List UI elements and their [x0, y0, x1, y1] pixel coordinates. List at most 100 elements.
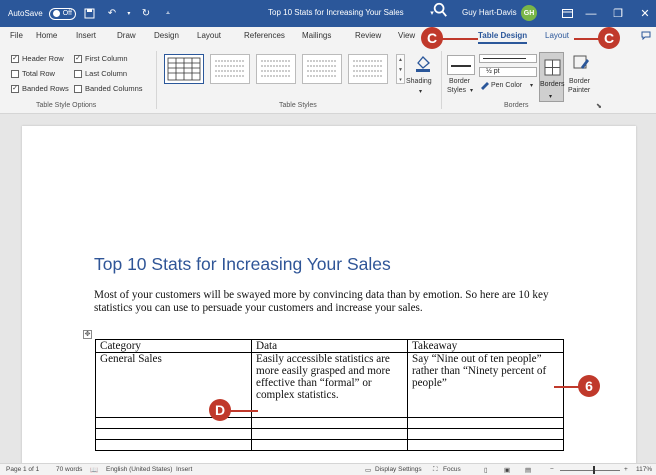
tab-design[interactable]: Design [154, 31, 179, 40]
table-header-cell[interactable]: Takeaway [407, 339, 564, 353]
table-cell[interactable]: Say “Nine out of ten people” rather than… [407, 352, 564, 418]
total-row-checkbox[interactable]: Total Row [11, 69, 55, 78]
focus-mode[interactable]: Focus [443, 466, 461, 473]
tab-table-design[interactable]: Table Design [478, 31, 528, 44]
table-cell[interactable] [407, 439, 564, 451]
document-page[interactable]: Top 10 Stats for Increasing Your Sales M… [22, 126, 636, 466]
autosave-label: AutoSave [8, 9, 43, 18]
tab-home[interactable]: Home [36, 31, 57, 40]
search-icon[interactable] [432, 2, 448, 18]
document-paragraph[interactable]: Most of your customers will be swayed mo… [94, 289, 554, 315]
zoom-out-button[interactable]: − [550, 466, 554, 473]
insert-mode[interactable]: Insert [176, 466, 192, 473]
read-mode-icon[interactable]: ▯ [484, 466, 488, 474]
autosave-toggle[interactable]: Off [48, 7, 76, 20]
zoom-slider-thumb[interactable] [593, 466, 595, 474]
display-settings[interactable]: Display Settings [375, 466, 422, 473]
pen-color-label[interactable]: Pen Color [491, 82, 522, 89]
callout-c-table-design: C [421, 27, 443, 49]
table-style-plain-4[interactable] [348, 54, 388, 84]
checkbox-box: ✓ [74, 54, 82, 63]
table-cell[interactable] [95, 417, 252, 429]
proofing-icon[interactable]: 📖 [90, 466, 98, 474]
border-painter-icon[interactable] [572, 54, 590, 76]
border-styles-preview[interactable] [447, 55, 475, 75]
user-name[interactable]: Guy Hart-Davis [462, 8, 517, 17]
header-row-checkbox[interactable]: ✓ Header Row [11, 54, 64, 63]
document-heading[interactable]: Top 10 Stats for Increasing Your Sales [94, 254, 391, 275]
table-row [95, 428, 564, 440]
ribbon-tabs: File Home Insert Draw Design Layout Refe… [0, 27, 656, 47]
table-cell[interactable] [95, 428, 252, 440]
table-cell[interactable] [251, 439, 408, 451]
focus-icon[interactable]: ⛶ [433, 466, 438, 474]
shading-icon[interactable] [414, 53, 432, 75]
line-weight-select[interactable]: ½ pt [479, 67, 537, 77]
tab-table-layout[interactable]: Layout [545, 31, 569, 40]
table-cell[interactable]: Easily accessible statistics are more ea… [251, 352, 408, 418]
document-table[interactable]: Category Data Takeaway General Sales Eas… [95, 339, 564, 451]
borders-dialog-launcher-icon[interactable]: ⬊ [596, 102, 602, 110]
border-styles-label-line2[interactable]: Styles [447, 87, 466, 94]
close-button[interactable]: ✕ [630, 0, 656, 27]
table-cell[interactable] [95, 439, 252, 451]
print-layout-icon[interactable]: ▣ [504, 466, 510, 474]
tab-layout[interactable]: Layout [197, 31, 221, 40]
table-styles-more-button[interactable]: ▲ ▼ ▾ [396, 54, 405, 84]
banded-columns-checkbox[interactable]: Banded Columns [74, 84, 143, 93]
save-icon[interactable] [82, 6, 98, 22]
page-count[interactable]: Page 1 of 1 [6, 466, 39, 473]
line-weight-value: ½ pt [486, 68, 500, 75]
undo-dropdown-icon[interactable]: ▾ [126, 6, 132, 22]
table-cell[interactable] [407, 428, 564, 440]
customize-qat-icon[interactable]: ⩡ [160, 6, 176, 22]
tab-view[interactable]: View [398, 31, 415, 40]
table-header-cell[interactable]: Data [251, 339, 408, 353]
restore-button[interactable]: ❐ [603, 0, 633, 27]
border-painter-label-line2[interactable]: Painter [568, 87, 590, 94]
table-move-handle-icon[interactable]: ✥ [83, 330, 92, 339]
first-column-checkbox[interactable]: ✓ First Column [74, 54, 128, 63]
border-styles-label-line1[interactable]: Border [449, 78, 470, 85]
shading-dropdown-icon[interactable]: ▾ [419, 88, 422, 95]
borders-button[interactable]: Borders ▾ [539, 52, 565, 102]
table-cell[interactable] [407, 417, 564, 429]
header-row-label: Header Row [22, 54, 64, 63]
table-header-cell[interactable]: Category [95, 339, 252, 353]
tab-references[interactable]: References [244, 31, 285, 40]
web-layout-icon[interactable]: ▤ [525, 466, 531, 474]
redo-icon[interactable]: ↻ [138, 6, 154, 22]
border-styles-dropdown-icon[interactable]: ▾ [470, 87, 473, 94]
tab-review[interactable]: Review [355, 31, 381, 40]
avatar[interactable]: GH [521, 5, 537, 21]
minimize-button[interactable]: — [576, 0, 606, 27]
last-column-checkbox[interactable]: Last Column [74, 69, 127, 78]
language[interactable]: English (United States) [106, 466, 172, 473]
border-painter-label-line1[interactable]: Border [569, 78, 590, 85]
display-settings-icon[interactable]: ▭ [365, 466, 371, 474]
tab-draw[interactable]: Draw [117, 31, 136, 40]
callout-6: 6 [578, 375, 600, 397]
zoom-level[interactable]: 117% [636, 466, 652, 473]
tab-file[interactable]: File [10, 31, 23, 40]
comments-icon[interactable] [641, 31, 651, 42]
tab-mailings[interactable]: Mailings [302, 31, 331, 40]
table-cell[interactable] [251, 417, 408, 429]
table-cell[interactable] [251, 428, 408, 440]
shading-label[interactable]: Shading [406, 78, 432, 85]
undo-icon[interactable]: ↶ [104, 6, 120, 22]
line-style-select[interactable] [479, 54, 537, 63]
table-style-plain-2[interactable] [256, 54, 296, 84]
table-style-plain-3[interactable] [302, 54, 342, 84]
table-row: General Sales Easily accessible statisti… [95, 352, 564, 418]
word-count[interactable]: 70 words [56, 466, 82, 473]
banded-columns-label: Banded Columns [85, 84, 143, 93]
tab-insert[interactable]: Insert [76, 31, 96, 40]
table-style-plain-1[interactable] [210, 54, 250, 84]
banded-rows-checkbox[interactable]: ✓ Banded Rows [11, 84, 69, 93]
pen-color-icon[interactable] [480, 81, 490, 92]
pen-color-dropdown-icon[interactable]: ▾ [530, 82, 533, 89]
table-style-grid[interactable] [164, 54, 204, 84]
zoom-slider[interactable] [560, 470, 620, 471]
zoom-in-button[interactable]: + [624, 466, 628, 473]
